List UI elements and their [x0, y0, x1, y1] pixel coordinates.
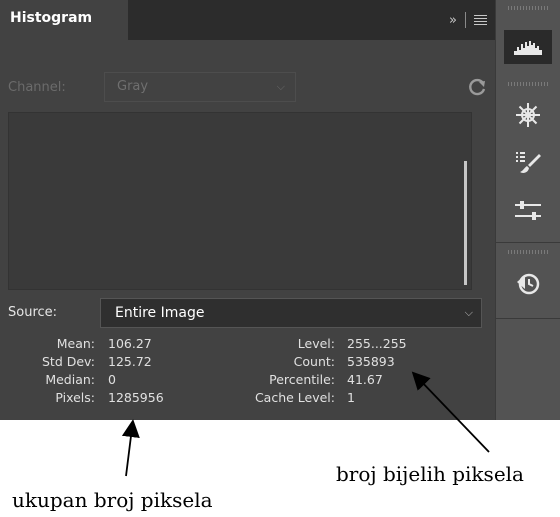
pixels-arrow [121, 419, 140, 477]
annotation-white-pixels: broj bijelih piksela [336, 462, 524, 486]
annotation-arrows [121, 371, 490, 477]
count-arrow [411, 371, 490, 453]
annotation-total-pixels: ukupan broj piksela [12, 488, 213, 512]
